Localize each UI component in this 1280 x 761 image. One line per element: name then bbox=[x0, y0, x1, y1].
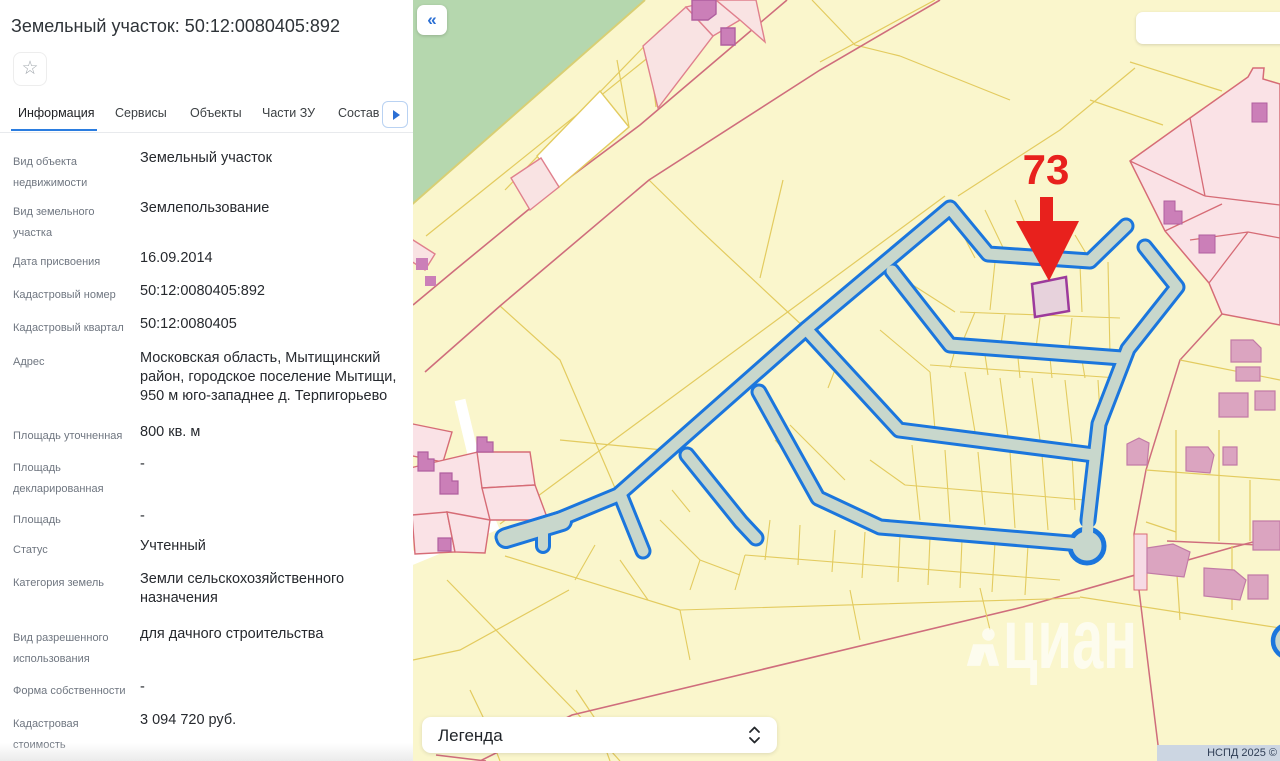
svg-text:73: 73 bbox=[1023, 146, 1070, 193]
